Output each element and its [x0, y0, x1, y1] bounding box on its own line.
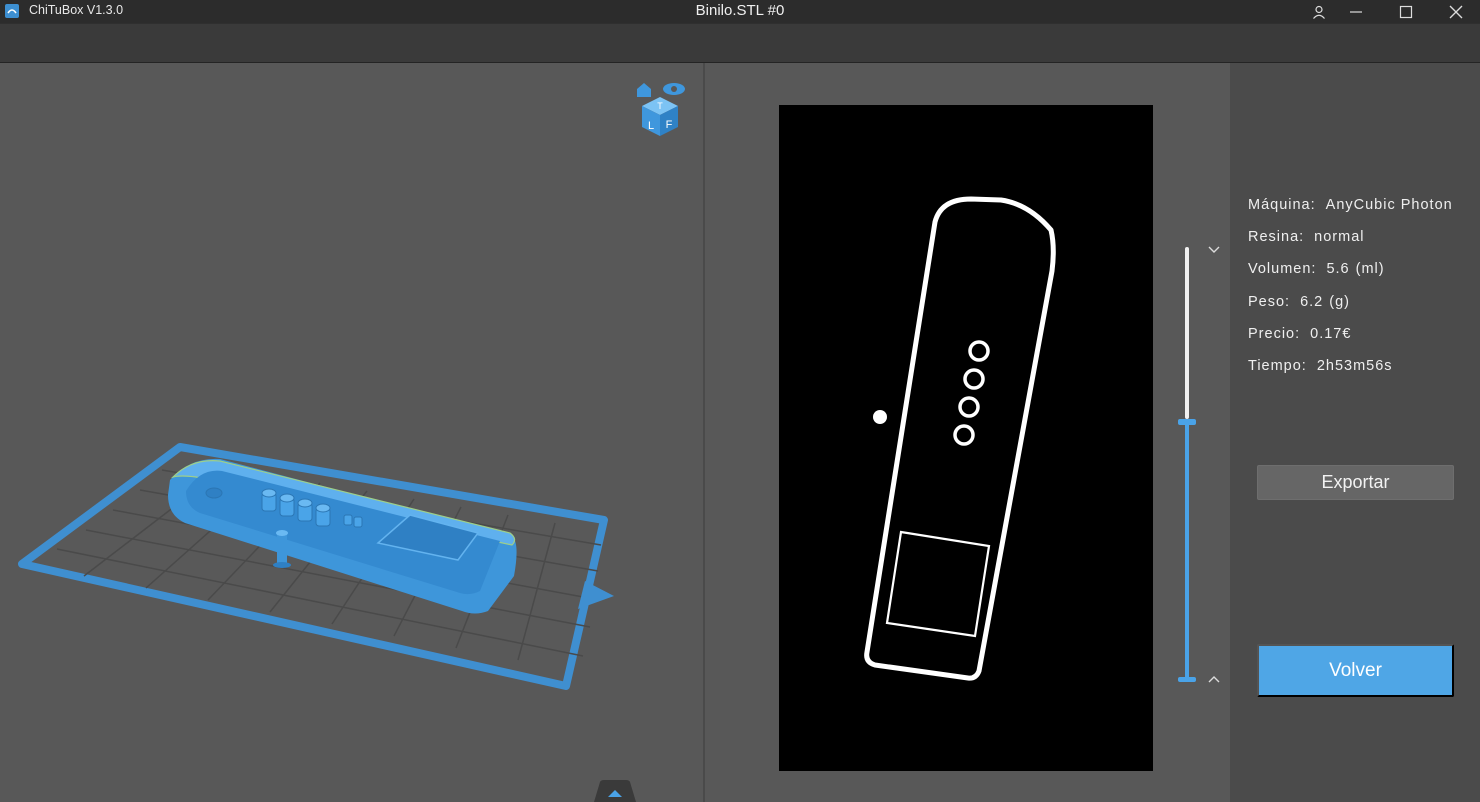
volume-unit: (ml)	[1355, 261, 1385, 278]
volume-label: Volumen:	[1248, 261, 1317, 278]
slider-base-handle[interactable]	[1178, 677, 1196, 682]
build-plate-scene	[18, 443, 614, 690]
weight-unit: (g)	[1329, 293, 1350, 310]
app-logo-icon	[5, 4, 19, 18]
user-icon	[1313, 5, 1325, 19]
layer-slider[interactable]	[1176, 245, 1200, 685]
layer-slice-image	[864, 196, 1056, 681]
resin-value: normal	[1314, 229, 1365, 246]
resin-row: Resina: normal	[1248, 229, 1453, 261]
view-cube-icon[interactable]: T L F	[634, 80, 688, 138]
slice-preview-panel	[705, 63, 1230, 802]
build-plate	[18, 443, 608, 690]
3d-viewport[interactable]: T L F	[0, 63, 703, 802]
slider-track-filled[interactable]	[1185, 419, 1189, 681]
maximize-button[interactable]	[1386, 0, 1426, 23]
weight-label: Peso:	[1248, 293, 1291, 310]
toolbar	[0, 23, 1480, 63]
user-account-button[interactable]	[1299, 0, 1339, 23]
resin-label: Resina:	[1248, 229, 1305, 246]
volume-row: Volumen: 5.6 (ml)	[1248, 261, 1453, 293]
app-title: ChiTuBox V1.3.0	[29, 3, 124, 17]
machine-row: Máquina: AnyCubic Photon	[1248, 197, 1453, 229]
back-button[interactable]: Volver	[1257, 644, 1454, 697]
document-title: Binilo.STL #0	[695, 2, 785, 19]
print-info-list: Máquina: AnyCubic Photon Resina: normal Vo…	[1248, 197, 1453, 390]
price-value: 0.17€	[1310, 325, 1352, 342]
slice-preview-canvas	[779, 105, 1153, 771]
volume-value: 5.6	[1326, 261, 1350, 278]
price-row: Precio: 0.17€	[1248, 326, 1453, 358]
maximize-icon	[1399, 5, 1413, 18]
machine-label: Máquina:	[1248, 197, 1316, 213]
machine-value: AnyCubic Photon	[1325, 197, 1453, 213]
view-cube-face-top: T	[657, 101, 663, 111]
time-row: Tiempo: 2h53m56s	[1248, 358, 1453, 390]
slider-track-remaining[interactable]	[1185, 247, 1189, 419]
time-value: 2h53m56s	[1316, 357, 1393, 374]
minimize-icon	[1350, 10, 1362, 13]
weight-value: 6.2	[1300, 293, 1324, 310]
minimize-button[interactable]	[1336, 0, 1376, 23]
time-label: Tiempo:	[1248, 357, 1307, 374]
model-support	[277, 533, 287, 565]
close-icon	[1449, 5, 1463, 18]
weight-row: Peso: 6.2 (g)	[1248, 294, 1453, 326]
view-cube-face-front: F	[666, 119, 673, 131]
export-button[interactable]: Exportar	[1257, 465, 1454, 500]
chevron-down-icon[interactable]	[1206, 242, 1222, 258]
collapse-panel-button[interactable]	[594, 780, 636, 802]
chevron-up-icon[interactable]	[1206, 671, 1222, 687]
view-cube-face-left: L	[648, 120, 654, 132]
slider-handle[interactable]	[1178, 419, 1196, 425]
print-info-panel: Máquina: AnyCubic Photon Resina: normal Vo…	[1230, 63, 1480, 802]
close-button[interactable]	[1436, 0, 1476, 23]
title-bar: ChiTuBox V1.3.0 Binilo.STL #0	[0, 0, 1480, 23]
price-label: Precio:	[1248, 325, 1301, 342]
